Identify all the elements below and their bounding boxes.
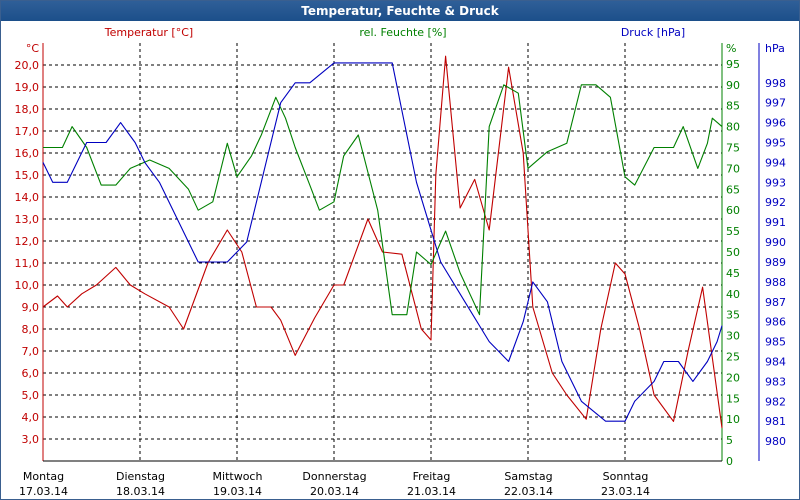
temperature-tick-label: 4,0 [22, 411, 40, 424]
pressure-tick-label: 993 [765, 176, 786, 189]
humidity-tick-label: 80 [726, 121, 740, 134]
pressure-tick-label: 981 [765, 415, 786, 428]
temperature-tick-label: 18,0 [15, 103, 40, 116]
humidity-tick-label: 20 [726, 371, 740, 384]
chart-canvas: 3,0 4,0 5,0 6,0 7,0 8,0 9,0 10,0 11,0 12,0 13,0 14,… [15, 26, 787, 498]
pressure-tick-label: 985 [765, 336, 786, 349]
x-tick-day: Sonntag [603, 470, 649, 483]
temperature-tick-label: 14,0 [15, 191, 40, 204]
humidity-tick-label: 25 [726, 351, 740, 364]
x-tick-date: 19.03.14 [213, 485, 262, 498]
temperature-tick-label: 20,0 [15, 59, 40, 72]
humidity-tick-label: 10 [726, 413, 740, 426]
x-tick-day: Freitag [413, 470, 451, 483]
pressure-tick-label: 998 [765, 77, 786, 90]
temperature-tick-label: 9,0 [22, 301, 40, 314]
temperature-tick-label: 3,0 [22, 433, 40, 446]
pressure-tick-label: 995 [765, 137, 786, 150]
pressure-tick-label: 997 [765, 97, 786, 110]
x-tick-date: 22.03.14 [504, 485, 553, 498]
temperature-tick-label: 12,0 [15, 235, 40, 248]
x-tick-day: Mittwoch [213, 470, 263, 483]
temperature-tick-label: 15,0 [15, 169, 40, 182]
series-lines [42, 55, 723, 429]
temperature-tick-label: 8,0 [22, 323, 40, 336]
pressure-tick-label: 992 [765, 196, 786, 209]
x-tick-date: 18.03.14 [116, 485, 165, 498]
x-tick-day: Donnerstag [302, 470, 366, 483]
pressure-tick-label: 983 [765, 375, 786, 388]
humidity-tick-label: 40 [726, 288, 740, 301]
x-tick-date: 21.03.14 [407, 485, 456, 498]
x-tick-day: Samstag [504, 470, 552, 483]
x-tick-date: 20.03.14 [310, 485, 359, 498]
humidity-tick-label: 60 [726, 204, 740, 217]
pressure-unit-label: hPa [765, 42, 785, 55]
humidity-line [43, 84, 723, 316]
chart-window: Temperatur, Feuchte & Druck 3,0 4,0 5,0 6,0… [0, 0, 800, 500]
temperature-unit-label: °C [26, 42, 40, 55]
pressure-tick-label: 986 [765, 316, 786, 329]
pressure-tick-label: 988 [765, 276, 786, 289]
humidity-tick-label: 90 [726, 79, 740, 92]
temperature-tick-label: 6,0 [22, 367, 40, 380]
pressure-tick-label: 980 [765, 435, 786, 448]
temperature-tick-label: 11,0 [15, 257, 40, 270]
temperature-tick-label: 10,0 [15, 279, 40, 292]
humidity-tick-label: 50 [726, 246, 740, 259]
legend-humidity: rel. Feuchte [%] [359, 26, 446, 39]
x-tick-day: Montag [23, 470, 64, 483]
temperature-tick-label: 17,0 [15, 125, 40, 138]
pressure-tick-label: 984 [765, 355, 786, 368]
pressure-tick-label: 990 [765, 236, 786, 249]
temperature-tick-label: 19,0 [15, 81, 40, 94]
humidity-tick-label: 95 [726, 58, 740, 71]
humidity-tick-label: 35 [726, 309, 740, 322]
legend-temperature: Temperatur [°C] [104, 26, 193, 39]
legend-pressure: Druck [hPa] [621, 26, 685, 39]
pressure-tick-label: 994 [765, 156, 786, 169]
x-tick-day: Dienstag [116, 470, 165, 483]
x-tick-date: 17.03.14 [19, 485, 68, 498]
humidity-unit-label: % [726, 42, 736, 55]
humidity-tick-label: 5 [726, 434, 733, 447]
humidity-tick-label: 85 [726, 100, 740, 113]
humidity-tick-label: 45 [726, 267, 740, 280]
humidity-tick-label: 65 [726, 183, 740, 196]
pressure-tick-label: 991 [765, 216, 786, 229]
temperature-tick-label: 13,0 [15, 213, 40, 226]
axis-labels: 3,0 4,0 5,0 6,0 7,0 8,0 9,0 10,0 11,0 12,0 13,0 14,… [15, 26, 787, 498]
temperature-tick-label: 7,0 [22, 345, 40, 358]
humidity-tick-label: 55 [726, 225, 740, 238]
humidity-tick-label: 15 [726, 392, 740, 405]
humidity-tick-label: 30 [726, 330, 740, 343]
pressure-tick-label: 982 [765, 395, 786, 408]
humidity-tick-label: 0 [726, 455, 733, 468]
humidity-tick-label: 75 [726, 142, 740, 155]
pressure-tick-label: 996 [765, 117, 786, 130]
pressure-tick-label: 989 [765, 256, 786, 269]
pressure-tick-label: 987 [765, 296, 786, 309]
x-tick-date: 23.03.14 [601, 485, 650, 498]
temperature-tick-label: 16,0 [15, 147, 40, 160]
temperature-tick-label: 5,0 [22, 389, 40, 402]
humidity-tick-label: 70 [726, 162, 740, 175]
